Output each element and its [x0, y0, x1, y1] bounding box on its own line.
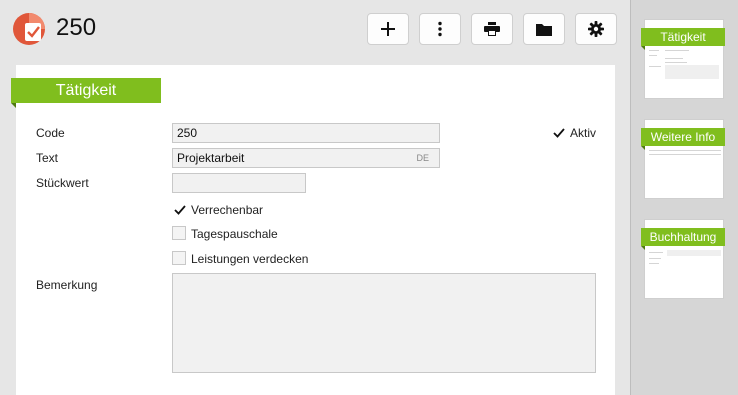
nav-thumb-label: Weitere Info — [641, 128, 725, 150]
remark-label: Bemerkung — [36, 278, 98, 292]
unit-value-field[interactable] — [172, 173, 306, 193]
billable-label: Verrechenbar — [191, 203, 264, 217]
toolbar: 250 — [0, 0, 630, 60]
checkmark-icon — [174, 205, 186, 215]
app-logo-icon — [12, 12, 46, 46]
add-button[interactable] — [367, 13, 409, 45]
nav-thumb-label: Tätigkeit — [641, 28, 725, 50]
form-panel: Tätigkeit Code 250 Aktiv Text Projektarb… — [11, 65, 615, 395]
print-button[interactable] — [471, 13, 513, 45]
folder-button[interactable] — [523, 13, 565, 45]
text-field-value: Projektarbeit — [177, 151, 245, 165]
section-header: Tätigkeit — [11, 78, 161, 108]
settings-button[interactable] — [575, 13, 617, 45]
plus-icon — [381, 22, 395, 36]
daily-flat-rate-checkbox[interactable] — [172, 226, 186, 240]
printer-icon — [484, 22, 500, 36]
billable-checkbox[interactable] — [172, 202, 186, 216]
text-field[interactable]: Projektarbeit DE — [172, 148, 440, 168]
unit-value-label: Stückwert — [36, 176, 89, 190]
nav-thumb-activity[interactable]: Tätigkeit — [641, 19, 725, 99]
checkmark-icon — [553, 128, 565, 138]
nav-thumb-more-info[interactable]: Weitere Info — [641, 119, 725, 199]
more-vertical-icon — [438, 21, 442, 37]
code-field[interactable]: 250 — [172, 123, 440, 143]
hide-services-label: Leistungen verdecken — [191, 252, 309, 266]
more-options-button[interactable] — [419, 13, 461, 45]
daily-flat-rate-label: Tagespauschale — [191, 227, 278, 241]
code-label: Code — [36, 126, 65, 140]
remark-textarea[interactable] — [172, 273, 596, 373]
gear-icon — [588, 21, 604, 37]
record-title: 250 — [56, 14, 97, 41]
nav-thumb-accounting[interactable]: Buchhaltung — [641, 219, 725, 299]
text-label: Text — [36, 151, 59, 165]
language-badge[interactable]: DE — [416, 153, 429, 163]
nav-thumb-label: Buchhaltung — [641, 228, 725, 250]
folder-icon — [536, 23, 552, 36]
active-label: Aktiv — [570, 126, 597, 140]
hide-services-checkbox[interactable] — [172, 251, 186, 265]
section-navigator: Tätigkeit Weitere Info Buchhaltung — [630, 0, 738, 395]
active-checkbox[interactable] — [551, 125, 565, 139]
